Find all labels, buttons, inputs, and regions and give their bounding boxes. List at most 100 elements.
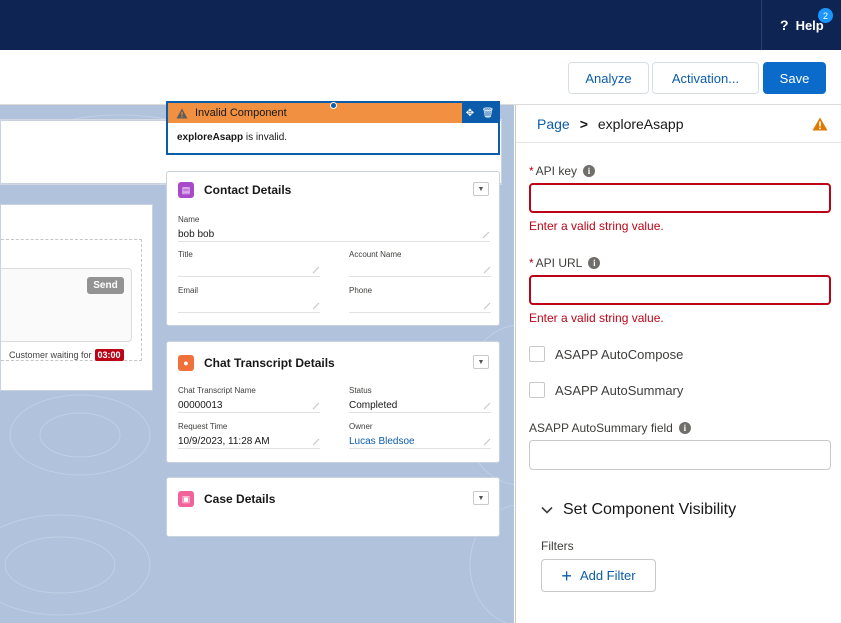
pencil-icon[interactable] bbox=[483, 302, 491, 310]
component-actions: ✥ 🗑 bbox=[462, 103, 498, 123]
card-title: Case Details bbox=[204, 492, 276, 506]
pencil-icon[interactable] bbox=[312, 266, 320, 274]
field-label: Name bbox=[178, 215, 200, 224]
filters-label: Filters bbox=[541, 539, 574, 553]
field-label: Title bbox=[178, 250, 193, 259]
add-filter-button[interactable]: + Add Filter bbox=[541, 559, 656, 592]
breadcrumb-current: exploreAsapp bbox=[597, 115, 684, 132]
field-email: Email bbox=[178, 286, 320, 313]
autosummary-field-input[interactable] bbox=[529, 440, 831, 470]
customer-waiting-indicator: Customer waiting for 03:00 bbox=[9, 349, 124, 361]
autosummary-checkbox-row[interactable]: ASAPP AutoSummary bbox=[529, 382, 683, 398]
visibility-section-toggle[interactable]: Set Component Visibility bbox=[541, 501, 736, 519]
send-button[interactable]: Send bbox=[87, 277, 124, 294]
case-details-card[interactable]: ▣ Case Details ▼ bbox=[166, 477, 500, 537]
pencil-icon[interactable] bbox=[482, 231, 490, 239]
field-label: Phone bbox=[349, 286, 373, 295]
chat-icon: ● bbox=[178, 355, 194, 371]
autosummary-field-label: ASAPP AutoSummary field i bbox=[529, 421, 691, 435]
field-owner: Owner Lucas Bledsoe bbox=[349, 422, 491, 449]
field-label: Status bbox=[349, 386, 372, 395]
builder-toolbar: Analyze Activation... Save bbox=[0, 50, 841, 105]
chevron-down-icon[interactable]: ▼ bbox=[473, 491, 489, 505]
case-icon: ▣ bbox=[178, 491, 194, 507]
invalid-component-text: is invalid. bbox=[245, 132, 288, 143]
field-value bbox=[178, 264, 320, 276]
chevron-down-icon[interactable]: ▼ bbox=[473, 355, 489, 369]
breadcrumb-page-link[interactable]: Page bbox=[537, 116, 570, 132]
invalid-component-name: exploreAsapp bbox=[177, 132, 244, 143]
field-value: bob bob bbox=[178, 229, 215, 240]
autocompose-checkbox[interactable] bbox=[529, 346, 545, 362]
chevron-down-icon bbox=[541, 506, 553, 514]
chevron-down-icon[interactable]: ▼ bbox=[473, 182, 489, 196]
invalid-component-message: exploreAsapp is invalid. bbox=[168, 123, 498, 152]
owner-link[interactable]: Lucas Bledsoe bbox=[349, 436, 491, 448]
question-icon: ? bbox=[780, 17, 789, 33]
waiting-label: Customer waiting for bbox=[9, 350, 92, 360]
trash-icon[interactable]: 🗑 bbox=[482, 108, 495, 119]
message-composer[interactable]: Send bbox=[1, 268, 132, 342]
help-button[interactable]: ? Help 2 bbox=[761, 0, 841, 50]
field-value bbox=[349, 264, 491, 276]
required-marker: * bbox=[529, 256, 534, 270]
field-chat-transcript-name: Chat Transcript Name 00000013 bbox=[178, 386, 320, 413]
pencil-icon[interactable] bbox=[483, 438, 491, 446]
pencil-icon[interactable] bbox=[312, 302, 320, 310]
contact-details-card[interactable]: ▤ Contact Details ▼ Name bob bob Title A… bbox=[166, 171, 500, 326]
pencil-icon[interactable] bbox=[312, 438, 320, 446]
api-url-label-text: API URL bbox=[535, 256, 583, 270]
info-icon[interactable]: i bbox=[678, 422, 691, 434]
add-filter-label: Add Filter bbox=[579, 568, 636, 583]
field-request-time: Request Time 10/9/2023, 11:28 AM bbox=[178, 422, 320, 449]
waiting-timer: 03:00 bbox=[94, 349, 124, 361]
breadcrumb: Page > exploreAsapp bbox=[516, 105, 841, 143]
warning-icon bbox=[176, 108, 188, 118]
field-label: Account Name bbox=[349, 250, 402, 259]
field-label: Email bbox=[178, 286, 199, 295]
field-label: Request Time bbox=[178, 422, 228, 431]
global-header: ? Help 2 bbox=[0, 0, 841, 50]
api-url-label: * API URL i bbox=[529, 256, 601, 270]
autosummary-label: ASAPP AutoSummary bbox=[555, 382, 684, 398]
chat-transcript-details-card[interactable]: ● Chat Transcript Details ▼ Chat Transcr… bbox=[166, 341, 500, 463]
help-badge: 2 bbox=[818, 8, 833, 23]
invalid-component[interactable]: Invalid Component ✥ 🗑 exploreAsapp is in… bbox=[166, 101, 500, 155]
warning-icon[interactable] bbox=[812, 117, 828, 131]
field-value bbox=[178, 300, 320, 312]
move-icon[interactable]: ✥ bbox=[466, 108, 474, 119]
field-label: Chat Transcript Name bbox=[178, 386, 256, 395]
contact-icon: ▤ bbox=[178, 182, 194, 198]
pencil-icon[interactable] bbox=[483, 266, 491, 274]
conversation-component[interactable]: Send Customer waiting for 03:00 bbox=[0, 204, 153, 391]
save-button[interactable]: Save bbox=[763, 62, 826, 94]
plus-icon: + bbox=[561, 565, 572, 586]
property-panel: Page > exploreAsapp * API key i Enter a … bbox=[515, 105, 841, 623]
field-phone: Phone bbox=[349, 286, 491, 313]
field-value: Completed bbox=[349, 400, 398, 411]
pencil-icon[interactable] bbox=[483, 402, 491, 410]
api-key-input[interactable] bbox=[529, 183, 831, 213]
field-name: Name bob bob bbox=[178, 215, 490, 242]
api-url-error: Enter a valid string value. bbox=[529, 311, 664, 325]
info-icon[interactable]: i bbox=[588, 257, 601, 269]
pencil-icon[interactable] bbox=[312, 402, 320, 410]
field-status: Status Completed bbox=[349, 386, 491, 413]
autocompose-checkbox-row[interactable]: ASAPP AutoCompose bbox=[529, 346, 683, 362]
visibility-title: Set Component Visibility bbox=[563, 501, 737, 518]
api-key-error: Enter a valid string value. bbox=[529, 219, 664, 233]
api-url-input[interactable] bbox=[529, 275, 831, 305]
card-title: Contact Details bbox=[204, 183, 292, 197]
info-icon[interactable]: i bbox=[583, 165, 596, 177]
resize-handle-top[interactable] bbox=[330, 102, 337, 109]
autosummary-checkbox[interactable] bbox=[529, 382, 545, 398]
api-key-label-text: API key bbox=[535, 164, 578, 178]
analyze-button[interactable]: Analyze bbox=[568, 62, 649, 94]
api-key-label: * API key i bbox=[529, 164, 596, 178]
field-title: Title bbox=[178, 250, 320, 277]
field-value: 10/9/2023, 11:28 AM bbox=[178, 436, 270, 447]
invalid-component-title: Invalid Component bbox=[195, 107, 287, 119]
field-value bbox=[349, 300, 491, 312]
activation-button[interactable]: Activation... bbox=[652, 62, 759, 94]
card-title: Chat Transcript Details bbox=[204, 356, 335, 370]
